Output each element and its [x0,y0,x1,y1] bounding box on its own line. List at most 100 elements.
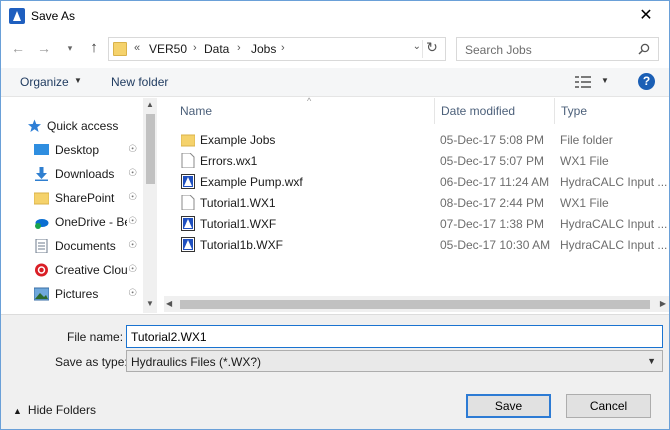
chevron-down-icon[interactable]: ▼ [74,76,82,85]
pin-icon: ☉ [128,192,137,203]
nav-item-label: Pictures [55,287,99,301]
file-icon [181,195,195,210]
cancel-button[interactable]: Cancel [566,394,651,418]
scroll-thumb[interactable] [180,300,650,309]
file-date: 05-Dec-17 5:07 PM [440,154,545,168]
breadcrumb-data[interactable]: Data [204,42,229,56]
nav-item-label: Creative Clou [55,263,127,277]
nav-scrollbar[interactable]: ▲ ▼ [143,98,157,313]
scroll-up-button[interactable]: ▲ [143,100,157,112]
column-label: Name [180,104,213,118]
file-name-label: File name: [67,330,124,344]
nav-item-sharepoint[interactable]: SharePoint ☉ [1,187,143,209]
save-as-dialog: Save As ✕ ← → ▾ ↑ « VER50 › Data › Jobs … [0,0,670,430]
search-input[interactable]: Search Jobs [456,37,659,61]
column-header-type[interactable]: Type [554,98,669,124]
chevron-down-icon[interactable]: ▼ [601,76,609,85]
file-type: HydraCALC Input ... [560,217,668,231]
sort-caret-icon: ^ [307,96,312,106]
file-name: Tutorial1.WX1 [200,196,276,210]
folder-icon [181,134,195,147]
file-name: Example Jobs [200,133,276,147]
address-bar[interactable]: « VER50 › Data › Jobs › ⌄ ↻ [108,37,446,61]
hide-folders-toggle[interactable]: ▲ Hide Folders [13,403,96,417]
chevron-down-icon[interactable]: ⌄ [413,41,421,52]
file-date: 07-Dec-17 1:38 PM [440,217,545,231]
search-icon [638,43,650,55]
scroll-down-button[interactable]: ▼ [143,299,157,311]
file-row[interactable]: Tutorial1.WX1 08-Dec-17 2:44 PM WX1 File [174,192,669,213]
file-date: 08-Dec-17 2:44 PM [440,196,545,210]
window-title: Save As [31,9,76,23]
breadcrumb-overflow[interactable]: « [134,42,140,54]
file-name-input[interactable] [126,325,663,348]
nav-item-label: SharePoint [55,191,115,205]
horizontal-scrollbar[interactable]: ◀ ▶ [164,296,669,312]
file-date: 05-Dec-17 5:08 PM [440,133,545,147]
desktop-icon [34,144,49,155]
file-type: HydraCALC Input ... [560,175,668,189]
file-name: Tutorial1.WXF [200,217,277,231]
column-header-date[interactable]: Date modified [434,98,554,124]
address-row: ← → ▾ ↑ « VER50 › Data › Jobs › ⌄ ↻ Sear… [1,35,669,63]
file-icon [181,153,195,168]
breadcrumb-separator[interactable]: › [237,42,241,54]
view-options-icon[interactable] [575,75,591,89]
breadcrumb-jobs[interactable]: Jobs [251,42,276,56]
creative-cloud-icon [35,263,48,277]
nav-item-documents[interactable]: Documents ☉ [1,235,143,257]
refresh-button[interactable]: ↻ [423,39,441,56]
breadcrumb-separator[interactable]: › [193,42,197,54]
chevron-down-icon: ▼ [647,356,656,366]
nav-item-desktop[interactable]: Desktop ☉ [1,139,143,161]
up-button[interactable]: ↑ [83,37,105,59]
save-as-type-select[interactable]: Hydraulics Files (*.WX?) ▼ [126,350,663,372]
file-type: File folder [560,133,613,147]
file-row[interactable]: Errors.wx1 05-Dec-17 5:07 PM WX1 File [174,150,669,171]
breadcrumb-ver50[interactable]: VER50 [149,42,187,56]
file-row[interactable]: Example Jobs 05-Dec-17 5:08 PM File fold… [174,129,669,150]
chevron-up-icon: ▲ [13,406,22,416]
file-row[interactable]: Tutorial1b.WXF 05-Dec-17 10:30 AM HydraC… [174,234,669,255]
onedrive-icon [35,219,49,229]
download-icon [35,167,48,181]
file-date: 06-Dec-17 11:24 AM [440,175,550,189]
pin-icon: ☉ [128,288,137,299]
pin-icon: ☉ [128,168,137,179]
help-button[interactable]: ? [638,73,655,90]
save-button[interactable]: Save [466,394,551,418]
column-header-name[interactable]: Name ^ [174,96,434,124]
nav-item-label: Documents [55,239,116,253]
nav-item-downloads[interactable]: Downloads ☉ [1,163,143,185]
file-type: HydraCALC Input ... [560,238,668,252]
nav-item-pictures[interactable]: Pictures ☉ [1,283,143,305]
recent-locations-button[interactable]: ▾ [59,37,81,59]
scroll-right-button[interactable]: ▶ [660,299,666,308]
title-bar: Save As ✕ [1,1,669,32]
command-bar: Organize ▼ New folder ▼ ? [1,68,669,97]
nav-item-creative-cloud[interactable]: Creative Clou ☉ [1,259,143,281]
file-type: WX1 File [560,154,609,168]
new-folder-button[interactable]: New folder [111,75,168,89]
breadcrumb-separator[interactable]: › [281,42,285,54]
file-name: Example Pump.wxf [200,175,303,189]
file-row[interactable]: Tutorial1.WXF 07-Dec-17 1:38 PM HydraCAL… [174,213,669,234]
scroll-left-button[interactable]: ◀ [166,299,172,308]
folder-icon [34,192,49,205]
back-button[interactable]: ← [7,37,29,59]
organize-button[interactable]: Organize [20,75,69,89]
nav-item-label: Quick access [47,119,119,133]
nav-item-quick-access[interactable]: Quick access [1,115,143,137]
pictures-icon [34,287,49,301]
nav-item-onedrive[interactable]: OneDrive - Be ☉ [1,211,143,233]
file-name: Tutorial1b.WXF [200,238,283,252]
scroll-thumb[interactable] [146,114,155,184]
hide-folders-label: Hide Folders [27,403,96,417]
file-row[interactable]: Example Pump.wxf 06-Dec-17 11:24 AM Hydr… [174,171,669,192]
file-date: 05-Dec-17 10:30 AM [440,238,551,252]
file-list: Name ^ Date modified Type Example Jobs 0… [164,96,669,313]
file-type: WX1 File [560,196,609,210]
pin-icon: ☉ [128,144,137,155]
forward-button[interactable]: → [33,37,55,59]
close-button[interactable]: ✕ [637,7,655,25]
